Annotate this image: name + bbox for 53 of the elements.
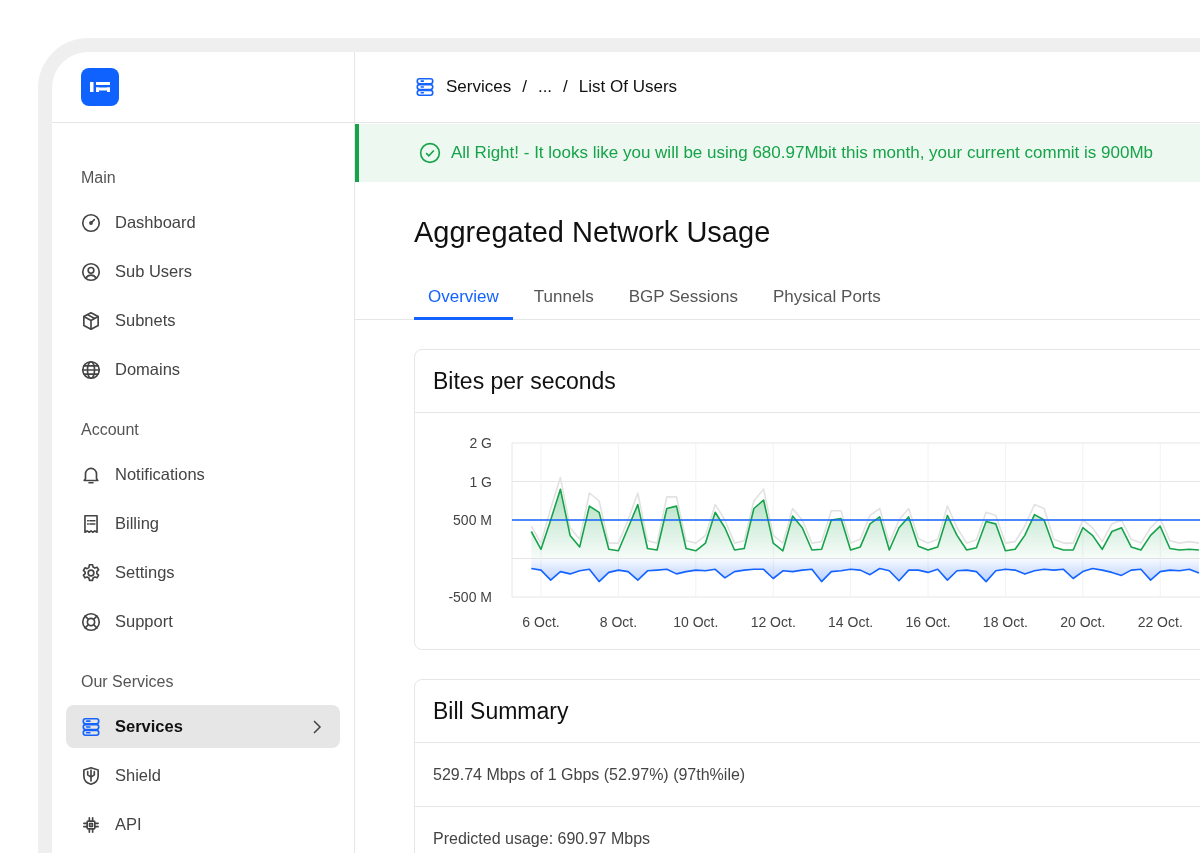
nav-icon	[80, 715, 102, 738]
axis-label: 2 G	[469, 435, 492, 451]
nav-icon	[80, 260, 102, 283]
breadcrumb-separator: /	[522, 77, 527, 97]
axis-label: 20 Oct.	[1060, 614, 1106, 630]
card-title: Bill Summary	[433, 697, 569, 725]
sidebar-item[interactable]: Settings	[66, 551, 340, 594]
server-icon	[414, 76, 436, 98]
axis-label: 22 Oct.	[1137, 614, 1183, 630]
sidebar-item[interactable]: Dashboard	[66, 201, 340, 244]
axis-label: 12 Oct.	[750, 614, 796, 630]
sidebar-item[interactable]: Subnets	[66, 299, 340, 342]
section-title: Our Services	[80, 672, 175, 692]
breadcrumb-separator: /	[563, 77, 568, 97]
axis-label: 500 M	[453, 512, 492, 528]
tab[interactable]: BGP Sessions	[614, 287, 752, 320]
axis-label: 6 Oct.	[522, 614, 560, 630]
logo-icon	[81, 68, 119, 106]
breadcrumb-link[interactable]: List Of Users	[578, 77, 678, 97]
sidebar-item[interactable]: Billing	[66, 502, 340, 545]
axis-label: 14 Oct.	[828, 614, 874, 630]
check-circle-icon	[419, 142, 441, 164]
axis-label: -500 M	[448, 589, 492, 605]
alert-text: All Right! - It looks like you will be using 680.97Mbit this month, your current commit is 900Mb	[451, 143, 1153, 163]
tab[interactable]: Physical Ports	[759, 287, 895, 320]
axis-label: 16 Oct.	[905, 614, 951, 630]
sidebar-item[interactable]: Notifications	[66, 453, 340, 496]
nav-icon	[80, 358, 102, 381]
axis-label: 18 Oct.	[982, 614, 1028, 630]
card-title: Bites per seconds	[433, 367, 616, 395]
bill-text: 529.74 Mbps of 1 Gbps (52.97%) (97th%ile)	[433, 765, 746, 784]
sidebar-item[interactable]: Domains	[66, 348, 340, 391]
tab[interactable]: Overview	[414, 287, 513, 320]
section-title: Main	[80, 168, 117, 188]
tab[interactable]: Tunnels	[519, 287, 608, 320]
nav-icon	[80, 764, 102, 787]
axis-label: 1 G	[469, 473, 492, 490]
section-title: Account	[80, 420, 140, 440]
sidebar-item[interactable]: Support	[66, 600, 340, 643]
breadcrumb-link[interactable]: ...	[537, 77, 553, 97]
nav-icon	[80, 610, 102, 633]
axis-label: 8 Oct.	[599, 614, 638, 630]
bill-text: Predicted usage: 690.97 Mbps	[433, 829, 651, 848]
breadcrumb-link[interactable]: Services	[446, 77, 512, 97]
sidebar-item[interactable]: API	[66, 803, 340, 846]
sidebar-item[interactable]: Services	[66, 705, 340, 748]
nav-icon	[80, 309, 102, 332]
axis-label: 10 Oct.	[673, 614, 719, 630]
nav-icon	[80, 561, 102, 584]
page-title: Aggregated Network Usage	[414, 216, 772, 249]
sidebar-item[interactable]: Sub Users	[66, 250, 340, 293]
sidebar-item[interactable]: Shield	[66, 754, 340, 797]
nav-icon	[80, 211, 102, 234]
